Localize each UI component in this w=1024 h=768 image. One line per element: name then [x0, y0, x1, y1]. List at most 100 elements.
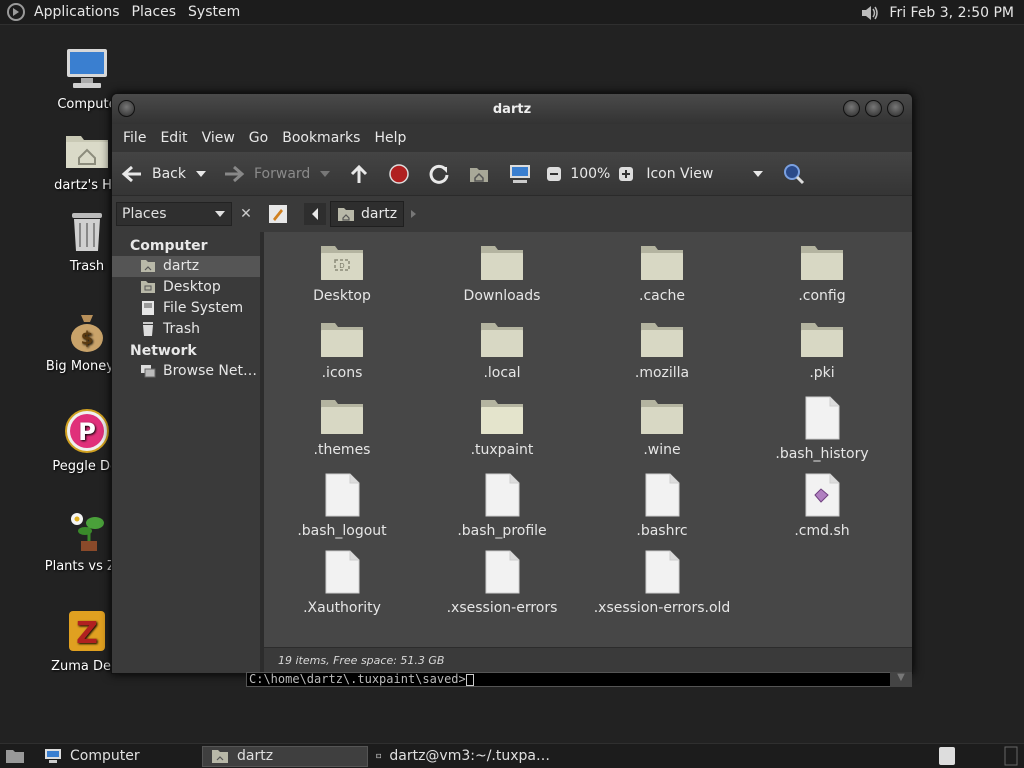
- trash-applet-icon[interactable]: [938, 746, 956, 766]
- folder-icon: [641, 246, 683, 280]
- file-name: .Xauthority: [303, 600, 381, 616]
- menu-view[interactable]: View: [195, 130, 242, 146]
- view-mode-select[interactable]: Icon View: [646, 166, 764, 182]
- forward-button[interactable]: Forward: [222, 164, 310, 184]
- file-item[interactable]: .cache: [587, 242, 737, 304]
- computer-icon: [67, 49, 107, 88]
- file-item[interactable]: .config: [747, 242, 897, 304]
- back-arrow-icon: [121, 165, 141, 182]
- gnome-foot-icon[interactable]: [6, 2, 26, 22]
- folder-icon: [481, 323, 523, 357]
- menu-bookmarks[interactable]: Bookmarks: [275, 130, 367, 146]
- back-button[interactable]: Back: [120, 164, 186, 184]
- close-button[interactable]: [887, 100, 904, 117]
- terminal-scrollbar[interactable]: ▼: [890, 672, 912, 687]
- home-folder-icon: [66, 136, 108, 168]
- workspace-switcher-icon[interactable]: [1004, 746, 1018, 766]
- back-history-dropdown-icon[interactable]: [194, 169, 208, 179]
- clock[interactable]: Fri Feb 3, 2:50 PM: [889, 5, 1014, 21]
- file-name: Downloads: [463, 288, 541, 304]
- show-desktop-icon[interactable]: [4, 746, 26, 766]
- file-item[interactable]: .xsession-errors: [427, 550, 577, 616]
- places-menu[interactable]: Places: [126, 4, 183, 20]
- up-icon[interactable]: [348, 163, 370, 185]
- sidebar-item-label: Trash: [163, 321, 200, 337]
- document-icon: [645, 550, 680, 594]
- file-name: .xsession-errors: [446, 600, 558, 616]
- edit-location-icon[interactable]: [266, 202, 290, 226]
- folder-icon: [321, 323, 363, 357]
- sidebar-item-label: Browse Net…: [163, 363, 258, 379]
- file-item[interactable]: .bash_profile: [427, 473, 577, 539]
- system-menu[interactable]: System: [182, 4, 246, 20]
- menu-help[interactable]: Help: [367, 130, 413, 146]
- side-pane-selector[interactable]: Places: [116, 202, 232, 226]
- sidebar-item-dartz[interactable]: dartz: [112, 256, 260, 277]
- sidebar-item-filesystem[interactable]: File System: [112, 298, 260, 319]
- zuma-icon: Z: [69, 611, 105, 651]
- menu-file[interactable]: File: [116, 130, 153, 146]
- file-manager-window: dartz File Edit View Go Bookmarks Help B…: [111, 93, 913, 674]
- sidebar-item-desktop[interactable]: Desktop: [112, 277, 260, 298]
- title-bar[interactable]: dartz: [112, 94, 912, 124]
- content-area: Computer dartz Desktop File System Trash…: [112, 232, 912, 673]
- terminal-prompt-text: C:\home\dartz\.tuxpaint\saved>: [249, 672, 466, 686]
- file-item[interactable]: .pki: [747, 319, 897, 381]
- sidebar-item-label: Desktop: [163, 279, 221, 295]
- sidebar-item-trash[interactable]: Trash: [112, 319, 260, 340]
- document-icon: [325, 473, 360, 517]
- reload-icon[interactable]: [428, 163, 450, 185]
- file-item[interactable]: .Xauthority: [267, 550, 417, 616]
- close-side-pane-button[interactable]: ✕: [235, 203, 257, 225]
- file-item[interactable]: .bashrc: [587, 473, 737, 539]
- volume-icon[interactable]: [859, 3, 881, 23]
- taskbar-item-computer[interactable]: Computer: [36, 746, 202, 767]
- breadcrumb-dartz[interactable]: dartz: [330, 201, 405, 227]
- file-item[interactable]: D Desktop: [267, 242, 417, 304]
- search-icon[interactable]: [782, 162, 806, 186]
- taskbar-item-dartz[interactable]: dartz: [202, 745, 368, 767]
- minimize-button[interactable]: [843, 100, 860, 117]
- maximize-button[interactable]: [865, 100, 882, 117]
- file-name: .xsession-errors.old: [593, 600, 731, 616]
- path-bar: dartz: [266, 201, 420, 227]
- file-item[interactable]: .bash_history: [747, 396, 897, 462]
- file-item[interactable]: .themes: [267, 396, 417, 458]
- folder-icon: [641, 400, 683, 434]
- icon-view[interactable]: 19 items, Free space: 51.3 GB D Desktop Do…: [264, 232, 912, 673]
- path-right-arrow-icon[interactable]: [408, 202, 420, 226]
- forward-history-dropdown-icon[interactable]: [318, 169, 332, 179]
- stop-icon[interactable]: [388, 163, 410, 185]
- taskbar-label: Computer: [70, 748, 140, 764]
- file-item[interactable]: .icons: [267, 319, 417, 381]
- path-left-arrow-icon[interactable]: [304, 202, 326, 226]
- computer-icon[interactable]: [508, 163, 532, 185]
- home-icon[interactable]: [468, 163, 490, 185]
- zoom-in-icon[interactable]: [618, 166, 634, 182]
- file-item[interactable]: .bash_logout: [267, 473, 417, 539]
- file-item[interactable]: .tuxpaint: [427, 396, 577, 458]
- bottom-panel: Computer dartz dartz@vm3:~/.tuxpa…: [0, 743, 1024, 768]
- menu-go[interactable]: Go: [242, 130, 275, 146]
- money-bag-icon: $: [71, 315, 103, 352]
- sidebar-item-browse-network[interactable]: Browse Net…: [112, 361, 260, 382]
- terminal-prompt-line[interactable]: C:\home\dartz\.tuxpaint\saved>: [246, 672, 912, 687]
- zoom-out-icon[interactable]: [546, 166, 562, 182]
- file-name: .bash_history: [775, 446, 869, 462]
- file-item[interactable]: .wine: [587, 396, 737, 458]
- taskbar-item-terminal[interactable]: dartz@vm3:~/.tuxpa…: [368, 746, 558, 767]
- file-item[interactable]: .mozilla: [587, 319, 737, 381]
- file-name: .wine: [643, 442, 681, 458]
- trash-icon: [143, 322, 153, 336]
- document-icon: [645, 473, 680, 517]
- taskbar-label: dartz@vm3:~/.tuxpa…: [389, 748, 550, 764]
- file-item[interactable]: .xsession-errors.old: [587, 550, 737, 616]
- plants-icon: [71, 513, 104, 551]
- file-item[interactable]: Downloads: [427, 242, 577, 304]
- places-sidebar: Computer dartz Desktop File System Trash…: [112, 232, 264, 673]
- file-item[interactable]: .cmd.sh: [747, 473, 897, 539]
- window-menu-button[interactable]: [118, 100, 135, 117]
- menu-edit[interactable]: Edit: [153, 130, 194, 146]
- file-item[interactable]: .local: [427, 319, 577, 381]
- applications-menu[interactable]: Applications: [28, 4, 126, 20]
